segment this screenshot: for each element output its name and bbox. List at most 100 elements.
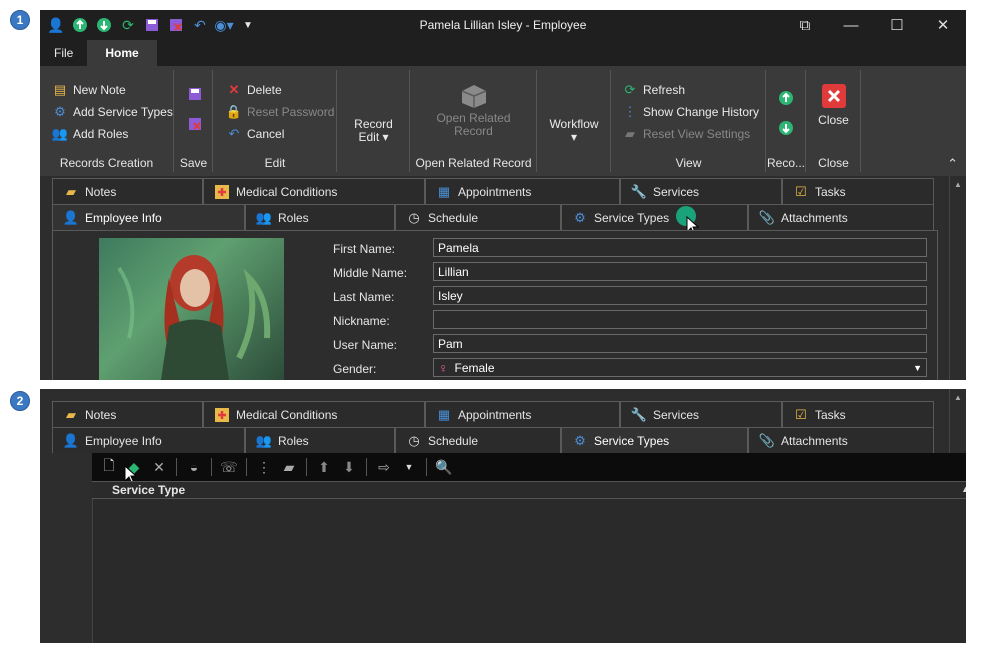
move-down-icon[interactable]: ⬇ <box>338 456 360 478</box>
open-related-record-button[interactable]: Open Related Record <box>411 78 536 138</box>
restore-button[interactable]: ⧉ <box>782 10 828 40</box>
nickname-field[interactable] <box>433 310 927 329</box>
new-note-button[interactable]: ▤ New Note <box>52 82 126 98</box>
tab-service-types-2[interactable]: ⚙ Service Types <box>561 427 748 453</box>
tab-attachments-label: Attachments <box>781 210 848 225</box>
eraser-icon: ▰ <box>625 126 635 141</box>
footsteps-icon[interactable]: ⋮ <box>253 456 275 478</box>
reset-password-button[interactable]: 🔒 Reset Password <box>226 104 334 120</box>
vertical-scrollbar[interactable]: ▲ <box>949 176 966 380</box>
move-up-icon[interactable]: ⬆ <box>313 456 335 478</box>
save-icon[interactable] <box>142 15 162 35</box>
employee-window-panel: 👤 ⟳ ↶ ◉▾ ▼ Pamela Lillian Isley - Employ… <box>40 10 966 380</box>
export-icon[interactable]: ⇨ <box>373 456 395 478</box>
file-tab[interactable]: File <box>40 40 87 66</box>
tab-schedule-2[interactable]: ◷ Schedule <box>395 427 561 453</box>
arrow-down-icon[interactable] <box>94 15 114 35</box>
undo-icon[interactable]: ↶ <box>190 15 210 35</box>
reset-view-settings-button[interactable]: ▰ Reset View Settings <box>622 126 750 142</box>
nickname-label: Nickname: <box>333 314 390 328</box>
close-window-button[interactable]: ✕ <box>920 10 966 40</box>
person-icon: 👤 <box>62 209 80 225</box>
record-edit-button[interactable]: Record Edit ▾ <box>338 118 409 144</box>
tab-medical-conditions-2[interactable]: Medical Conditions <box>203 401 425 427</box>
tab-roles[interactable]: 👥 Roles <box>245 204 395 230</box>
maximize-button[interactable]: ☐ <box>874 10 920 40</box>
tab-attachments-2[interactable]: 📎 Attachments <box>748 427 934 453</box>
open-record-icon[interactable]: ◒ <box>183 456 205 478</box>
export-dropdown-icon[interactable]: ▼ <box>398 456 420 478</box>
next-record-button[interactable] <box>778 120 794 136</box>
tab-roles-2[interactable]: 👥 Roles <box>245 427 395 453</box>
roles-icon: 👥 <box>255 432 273 448</box>
refresh-icon[interactable]: ⟳ <box>118 15 138 35</box>
close-group-label: Close <box>818 156 849 170</box>
scroll-up-icon[interactable]: ▲ <box>950 180 966 189</box>
status-icon[interactable]: ◉▾ <box>214 15 234 35</box>
wrench-icon: 🔧 <box>630 406 648 422</box>
phone-icon[interactable]: ☏ <box>218 456 240 478</box>
tab-tasks[interactable]: ☑ Tasks <box>782 178 934 204</box>
workflow-button[interactable]: Workflow ▾ <box>538 118 610 144</box>
close-record-button[interactable]: Close <box>807 84 860 127</box>
collapse-ribbon-icon[interactable]: ⌃ <box>947 156 958 172</box>
refresh-button[interactable]: ⟳ Refresh <box>622 82 685 98</box>
middle-name-field[interactable]: Lillian <box>433 262 927 281</box>
tab-notes[interactable]: ▰ Notes <box>52 178 203 204</box>
tab-services[interactable]: 🔧 Services <box>620 178 782 204</box>
tab-schedule[interactable]: ◷ Schedule <box>395 204 561 230</box>
save-close-button[interactable] <box>187 116 203 132</box>
service-types-grid-body[interactable] <box>92 499 966 643</box>
scroll-up-icon-2[interactable]: ▲ <box>950 393 966 402</box>
delete-button[interactable]: ✕ Delete <box>226 82 282 98</box>
customize-dropdown-icon[interactable]: ▼ <box>238 15 258 35</box>
previous-record-button[interactable] <box>778 90 794 106</box>
tab-employee-info[interactable]: 👤 Employee Info <box>52 204 245 230</box>
tab-appointments[interactable]: ▦ Appointments <box>425 178 620 204</box>
tab-appointments-label-2: Appointments <box>458 407 532 422</box>
tab-notes-label: Notes <box>85 184 117 199</box>
sort-indicator-icon[interactable]: ▲ <box>961 484 966 494</box>
save-button[interactable] <box>187 86 203 102</box>
records-creation-group: ▤ New Note ⚙ Add Service Types 👥 Add Rol… <box>40 70 174 172</box>
calendar-icon: ▦ <box>437 183 451 199</box>
close-button-label: Close <box>818 113 849 127</box>
user-name-label: User Name: <box>333 338 398 352</box>
person-icon[interactable]: 👤 <box>46 15 66 35</box>
last-name-field[interactable]: Isley <box>433 286 927 305</box>
tab-attachments-label-2: Attachments <box>781 433 848 448</box>
tab-medical-conditions[interactable]: Medical Conditions <box>203 178 425 204</box>
first-name-field[interactable]: Pamela <box>433 238 927 257</box>
minimize-button[interactable]: — <box>828 10 874 40</box>
service-types-icon: ⚙ <box>574 432 586 448</box>
delete-icon[interactable]: ✕ <box>148 456 170 478</box>
tab-services-2[interactable]: 🔧 Services <box>620 401 782 427</box>
user-name-field[interactable]: Pam <box>433 334 927 353</box>
column-service-type[interactable]: Service Type <box>112 483 185 497</box>
toolbar-separator <box>426 458 427 476</box>
tab-appointments-2[interactable]: ▦ Appointments <box>425 401 620 427</box>
tab-tasks-2[interactable]: ☑ Tasks <box>782 401 934 427</box>
open-related-group: Open Related Record Open Related Record <box>411 70 537 172</box>
arrow-up-icon[interactable] <box>70 15 90 35</box>
tab-notes-2[interactable]: ▰ Notes <box>52 401 203 427</box>
save-close-icon[interactable] <box>166 15 186 35</box>
tab-service-types[interactable]: ⚙ Service Types <box>561 204 748 230</box>
tab-row-top-2: ▰ Notes Medical Conditions ▦ Appointments … <box>52 401 934 427</box>
notes-icon: ▰ <box>66 406 76 422</box>
view-group: ⟳ Refresh ⋮ Show Change History ▰ Reset … <box>612 70 766 172</box>
tab-attachments[interactable]: 📎 Attachments <box>748 204 934 230</box>
cancel-button[interactable]: ↶ Cancel <box>226 126 285 142</box>
print-preview-icon[interactable]: 🔍 <box>433 456 455 478</box>
show-change-history-button[interactable]: ⋮ Show Change History <box>622 104 760 120</box>
tab-employee-info-2[interactable]: 👤 Employee Info <box>52 427 245 453</box>
eraser-icon[interactable]: ▰ <box>278 456 300 478</box>
attachment-icon: 📎 <box>758 209 776 225</box>
new-document-icon[interactable]: 🗋 <box>98 456 120 478</box>
employee-photo <box>99 238 284 380</box>
chevron-down-icon[interactable]: ▼ <box>913 363 922 373</box>
add-service-types-button[interactable]: ⚙ Add Service Types <box>52 104 173 120</box>
gender-select[interactable]: ♀ Female ▼ <box>433 358 927 377</box>
home-tab[interactable]: Home <box>87 40 157 66</box>
add-roles-button[interactable]: 👥 Add Roles <box>52 126 128 142</box>
